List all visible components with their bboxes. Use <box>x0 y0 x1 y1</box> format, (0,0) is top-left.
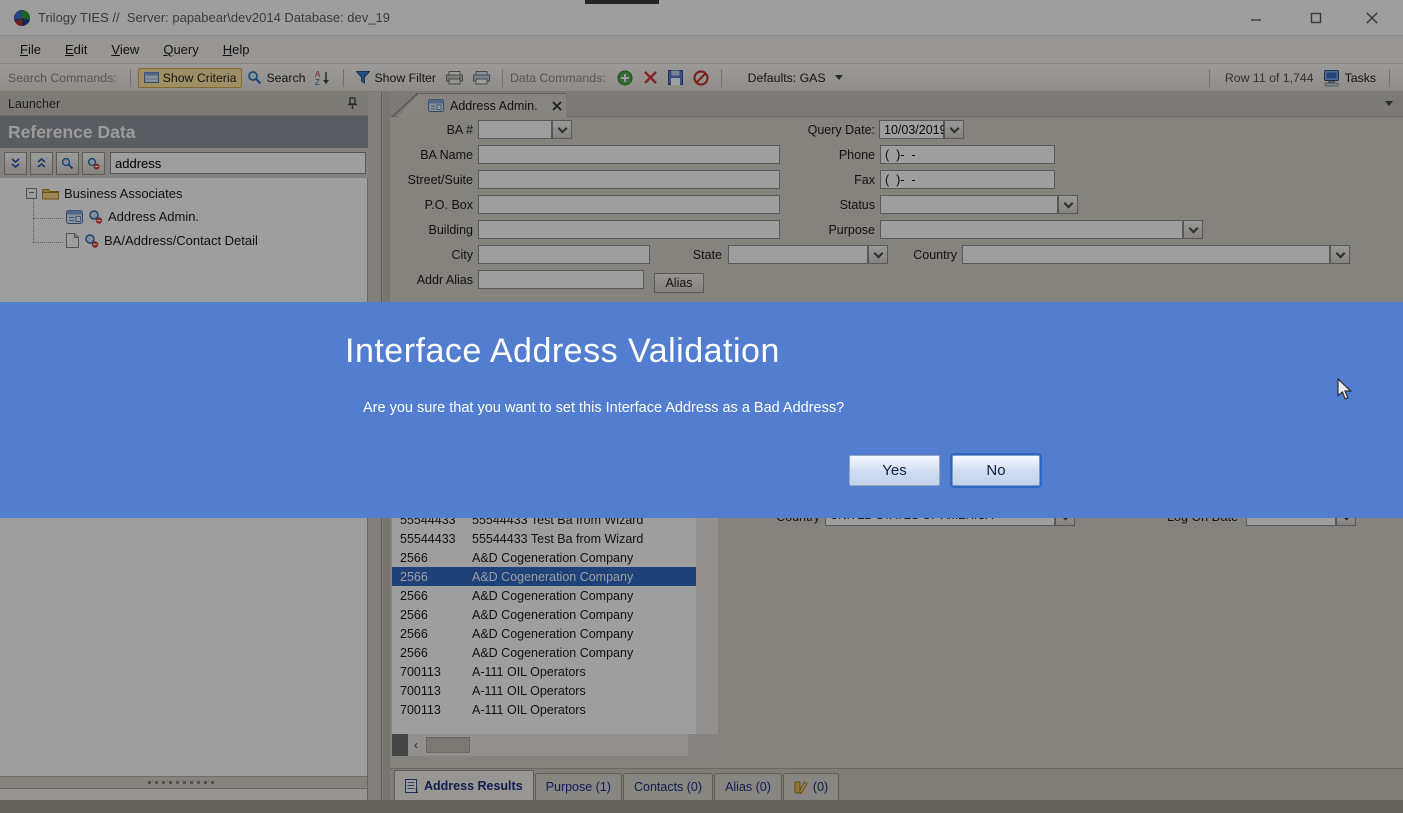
interface-address-validation-dialog: Interface Address Validation Are you sur… <box>0 302 1403 518</box>
dialog-title: Interface Address Validation <box>345 332 780 371</box>
no-button[interactable]: No <box>952 455 1040 486</box>
dialog-message: Are you sure that you want to set this I… <box>363 400 844 416</box>
application-window: Trilogy TIES // Server: papabear\dev2014… <box>0 0 1403 813</box>
yes-button[interactable]: Yes <box>849 455 940 486</box>
mouse-cursor <box>1337 378 1357 402</box>
